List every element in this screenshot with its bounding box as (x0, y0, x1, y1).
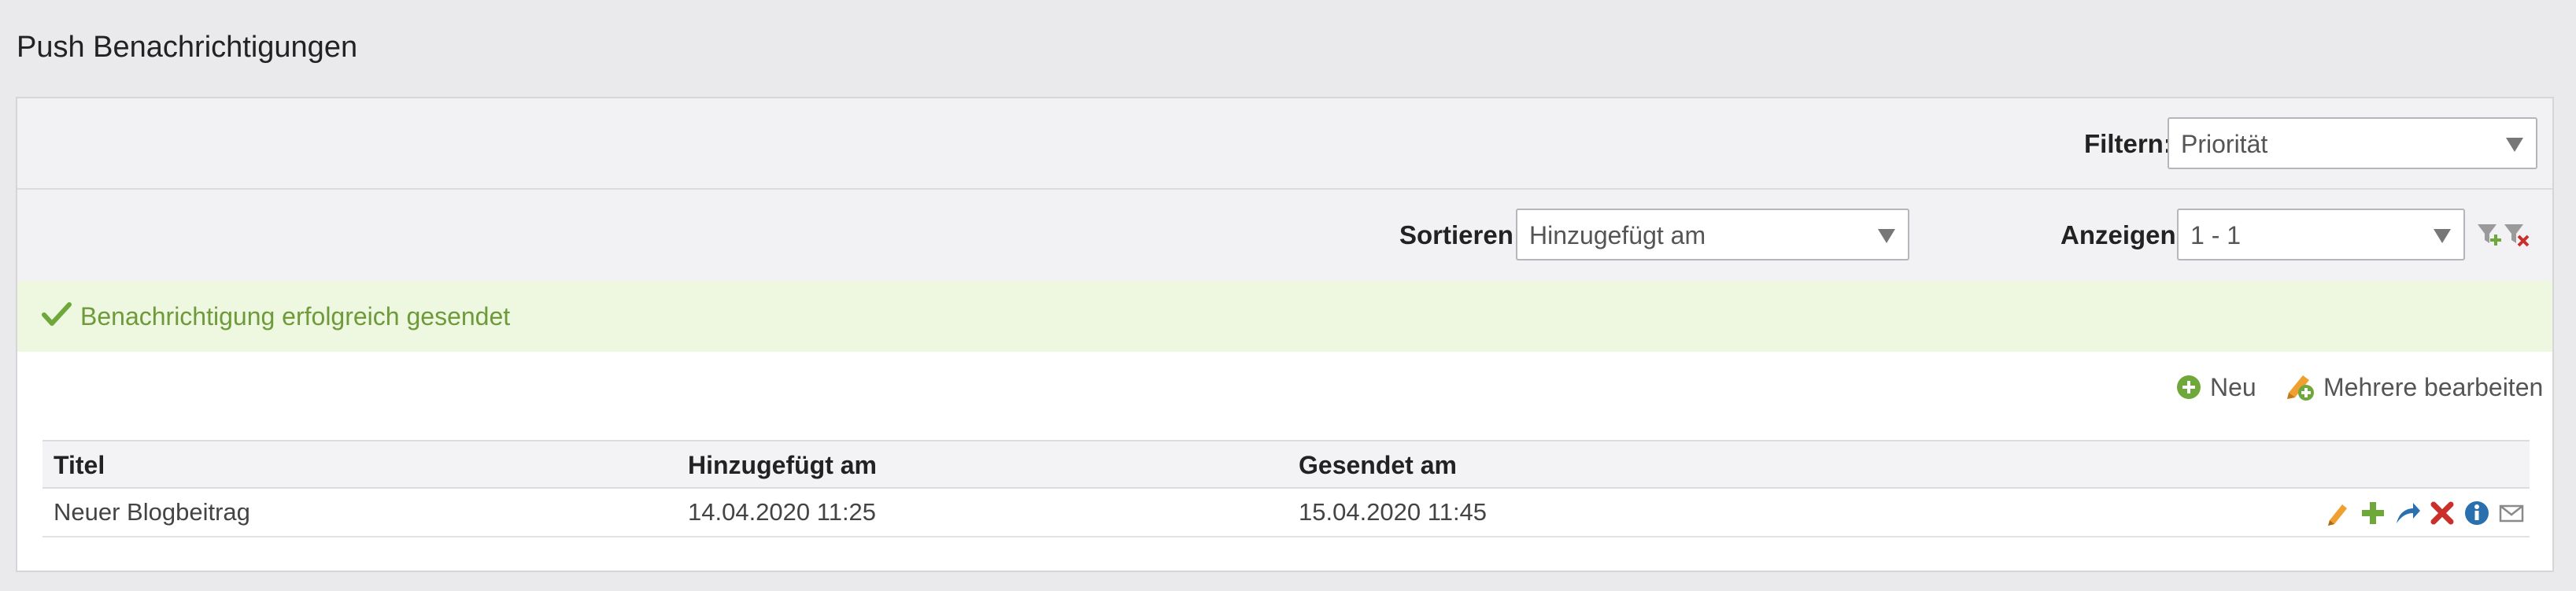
add-icon[interactable] (2360, 500, 2386, 526)
chevron-down-icon (2506, 138, 2523, 152)
multi-edit-icon (2287, 375, 2314, 401)
filter-select[interactable]: Priorität (2168, 117, 2537, 169)
cell-sent: 15.04.2020 11:45 (1299, 498, 1488, 526)
filter-remove-icon[interactable] (2504, 224, 2530, 247)
edit-icon[interactable] (2325, 500, 2352, 526)
send-icon[interactable] (2394, 500, 2421, 526)
notifications-table: Titel Hinzugefügt am Gesendet am Neuer B… (43, 440, 2530, 537)
page-title: Push Benachrichtigungen (17, 31, 358, 64)
filter-icons (2476, 221, 2539, 253)
sort-label: Sortieren: (1399, 220, 1522, 249)
filter-bar: Filtern: Priorität (17, 98, 2552, 190)
display-label: Anzeigen: (2060, 220, 2185, 249)
cell-added: 14.04.2020 11:25 (688, 498, 877, 526)
content-panel: Filtern: Priorität Sortieren: Hinzugefüg… (16, 97, 2554, 572)
filter-label: Filtern: (2084, 129, 2172, 158)
display-select[interactable]: 1 - 1 (2177, 209, 2465, 260)
sort-bar: Sortieren: Hinzugefügt am Anzeigen: 1 - … (17, 190, 2552, 281)
table-row: Neuer Blogbeitrag 14.04.2020 11:25 15.04… (43, 489, 2530, 537)
success-message: Benachrichtigung erfolgreich gesendet (17, 281, 2552, 352)
mail-icon[interactable] (2498, 500, 2525, 526)
table-header: Titel Hinzugefügt am Gesendet am (43, 440, 2530, 489)
plus-circle-icon (2177, 375, 2201, 399)
sort-select[interactable]: Hinzugefügt am (1516, 209, 1909, 260)
chevron-down-icon (1878, 229, 1895, 243)
filter-add-icon[interactable] (2478, 224, 2501, 246)
delete-icon[interactable] (2429, 500, 2456, 526)
cell-title: Neuer Blogbeitrag (54, 498, 250, 526)
bulk-edit-button-label: Mehrere bearbeiten (2323, 373, 2544, 401)
info-icon[interactable] (2463, 500, 2490, 526)
column-header-added[interactable]: Hinzugefügt am (688, 449, 877, 481)
chevron-down-icon (2434, 229, 2451, 243)
new-button-label: Neu (2210, 373, 2256, 401)
filter-select-value: Priorität (2181, 130, 2268, 158)
sort-select-value: Hinzugefügt am (1529, 221, 1706, 249)
new-button[interactable]: Neu (2175, 369, 2262, 404)
check-icon (41, 299, 72, 334)
display-select-value: 1 - 1 (2190, 221, 2242, 249)
bulk-edit-button[interactable]: Mehrere bearbeiten (2284, 369, 2548, 404)
column-header-sent[interactable]: Gesendet am (1299, 449, 1457, 481)
success-message-text: Benachrichtigung erfolgreich gesendet (80, 302, 511, 331)
column-header-title[interactable]: Titel (54, 449, 105, 481)
